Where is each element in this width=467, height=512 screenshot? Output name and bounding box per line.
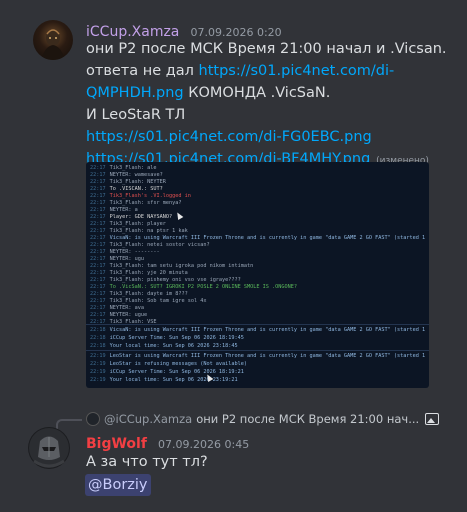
chat-log-time: 22:19 xyxy=(90,377,106,383)
user-mention[interactable]: @Borziy xyxy=(85,474,151,496)
message-line: ответа не дал https://s01.pic4net.com/di… xyxy=(86,60,461,82)
message-text: ответа не дал xyxy=(86,63,199,79)
wolf-helmet-icon xyxy=(29,428,69,468)
avatar[interactable] xyxy=(33,20,73,60)
chat-log-text: Your local time: Sun Sep 06 2026 23:19:2… xyxy=(109,377,238,383)
reply-connector xyxy=(56,419,82,429)
chat-log-text: iCCup Server Time: Sun Sep 06 2026 18:19… xyxy=(109,369,244,375)
chat-log-line: 22:19 Your local time: Sun Sep 06 2026 23… xyxy=(90,376,425,384)
chat-log-time: 22:18 xyxy=(90,343,106,349)
chat-log-line: 22:18 Your local time: Sun Sep 06 2026 23… xyxy=(90,342,425,350)
message-text: КОМОНДА .VicSaN. xyxy=(183,85,331,101)
message-link[interactable]: https://s01.pic4net.com/di- xyxy=(199,63,395,79)
reply-author[interactable]: @iCCup.Xamza xyxy=(104,412,192,426)
chat-log-line: 22:19 LeoStar is using Warcraft III Froze… xyxy=(90,352,425,360)
chat-log-text: VicsaN: is using Warcraft III Frozen Thr… xyxy=(109,327,425,333)
reply-avatar xyxy=(86,412,100,426)
divider xyxy=(86,350,429,351)
attached-image[interactable]: 22:17 Tik3_Flash: ale 22:17 NEYTER: wamesav… xyxy=(86,162,429,388)
message-line: И LeoStaR ТЛ xyxy=(86,104,461,126)
message-text: И LeoStaR ТЛ xyxy=(86,107,186,123)
chat-log-time: 22:18 xyxy=(90,335,106,341)
message-line: https://s01.pic4net.com/di-FG0EBC.png xyxy=(86,126,461,148)
reply-preview[interactable]: @iCCup.Xamza они P2 после МСК Время 21:0… xyxy=(86,411,440,427)
chat-log-time: 22:19 xyxy=(90,369,106,375)
message-body: они P2 после МСК Время 21:00 начал и .Vi… xyxy=(86,38,461,172)
timestamp: 07.09.2026 0:45 xyxy=(158,438,250,451)
chat-log-time: 22:19 xyxy=(90,353,106,359)
reply-text: они P2 после МСК Время 21:00 нач... xyxy=(196,412,420,426)
chat-log-time: 22:19 xyxy=(90,361,106,367)
message-body: А за что тут тл? xyxy=(86,454,208,470)
author-name[interactable]: BigWolf xyxy=(86,436,147,452)
message-link[interactable]: https://s01.pic4net.com/di-FG0EBC.png xyxy=(86,129,372,145)
chat-log-line: 22:19 LeoStar is refusing messages (Not a… xyxy=(90,360,425,368)
chat-log-line: 22:19 iCCup Server Time: Sun Sep 06 2026 … xyxy=(90,368,425,376)
chat-log-text: LeoStar is refusing messages (Not availa… xyxy=(109,361,248,367)
chat-log-line: 22:18 iCCup Server Time: Sun Sep 06 2026 … xyxy=(90,334,425,342)
message-line: они P2 после МСК Время 21:00 начал и .Vi… xyxy=(86,38,461,60)
image-icon xyxy=(425,413,440,425)
message-link[interactable]: QMPHDH.png xyxy=(86,85,184,101)
chat-log-text: Your local time: Sun Sep 06 2026 23:18:4… xyxy=(109,343,238,349)
message-text: они P2 после МСК Время 21:00 начал и .Vi… xyxy=(86,41,447,57)
warrior-icon xyxy=(41,29,65,60)
avatar[interactable] xyxy=(28,427,70,469)
chat-log-text: iCCup Server Time: Sun Sep 06 2026 18:19… xyxy=(109,335,244,341)
chat-log-text: LeoStar is using Warcraft III Frozen Thr… xyxy=(109,353,425,359)
divider xyxy=(86,324,429,325)
chat-log-line: 22:18 VicsaN: is using Warcraft III Froze… xyxy=(90,326,425,334)
message-line: QMPHDH.png КОМОНДА .VicSaN. xyxy=(86,82,461,104)
chat-log-time: 22:18 xyxy=(90,327,106,333)
